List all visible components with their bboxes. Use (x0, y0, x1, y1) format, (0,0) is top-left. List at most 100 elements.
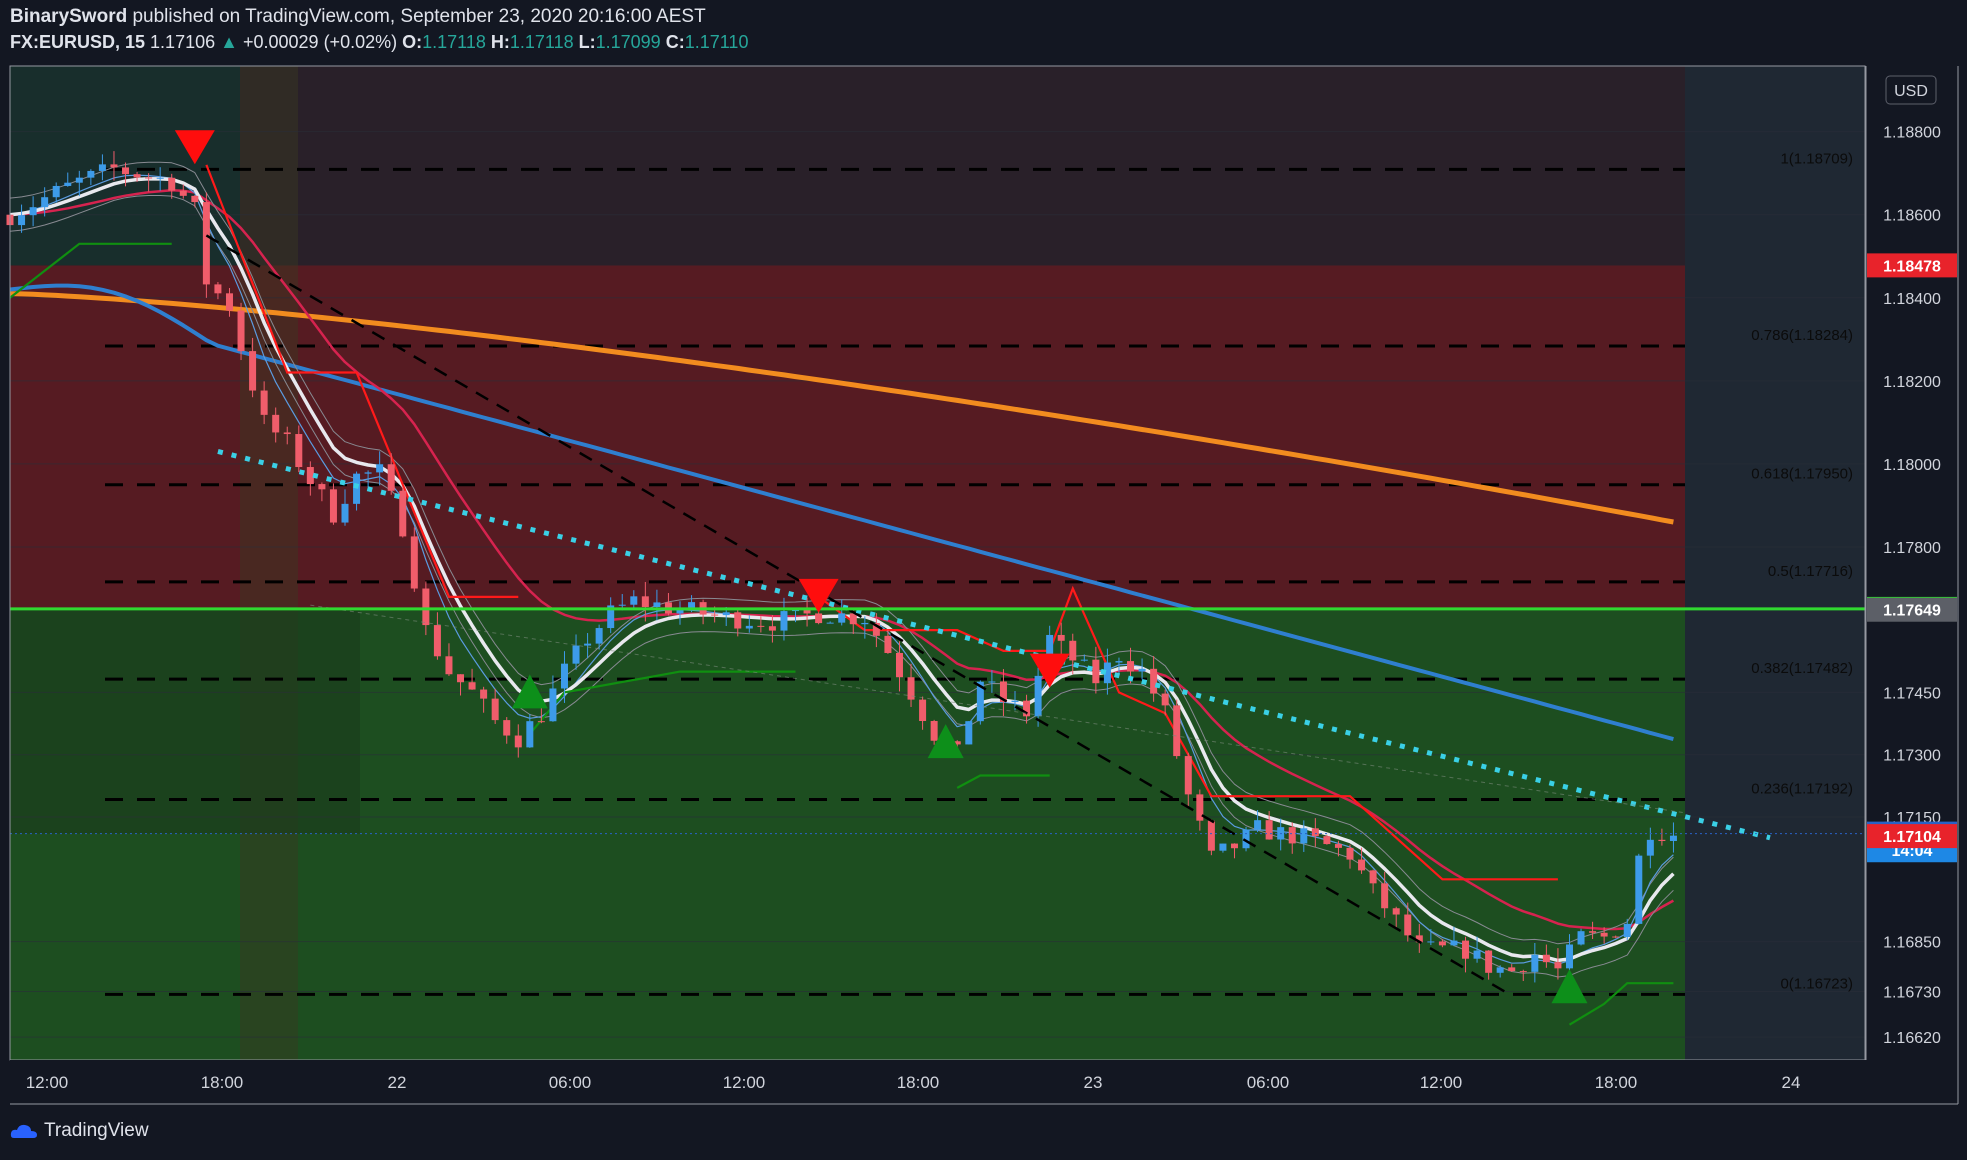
candle-body[interactable] (75, 177, 83, 183)
candle-body[interactable] (1069, 640, 1077, 661)
candle-body[interactable] (1138, 668, 1146, 672)
candle-body[interactable] (1011, 700, 1019, 703)
candle-body[interactable] (1450, 940, 1458, 946)
candle-body[interactable] (722, 612, 730, 616)
candle-body[interactable] (376, 464, 384, 473)
candle-body[interactable] (930, 721, 938, 741)
candle-body[interactable] (757, 625, 765, 627)
candle-body[interactable] (295, 434, 303, 468)
candle-body[interactable] (1381, 883, 1389, 909)
candle-body[interactable] (1669, 835, 1677, 842)
candle-body[interactable] (884, 635, 892, 653)
candle-body[interactable] (168, 177, 176, 191)
candle-body[interactable] (919, 699, 927, 722)
candle-body[interactable] (1427, 941, 1435, 943)
candle-body[interactable] (1034, 675, 1042, 717)
candle-body[interactable] (826, 622, 834, 624)
candle-body[interactable] (329, 489, 337, 523)
candle-body[interactable] (1127, 661, 1135, 672)
candle-body[interactable] (1623, 923, 1631, 938)
candle-body[interactable] (1646, 839, 1654, 856)
candle-body[interactable] (1334, 844, 1342, 848)
candle-body[interactable] (965, 721, 973, 745)
author-name[interactable]: BinarySword (10, 6, 127, 27)
candle-body[interactable] (1392, 908, 1400, 915)
candle-body[interactable] (1658, 839, 1666, 842)
tradingview-logo[interactable]: TradingView (10, 1120, 149, 1142)
candle-body[interactable] (445, 656, 453, 675)
candle-body[interactable] (1531, 954, 1539, 972)
candle-body[interactable] (133, 174, 141, 178)
candle-body[interactable] (480, 689, 488, 699)
candle-body[interactable] (87, 170, 95, 178)
candle-body[interactable] (410, 536, 418, 589)
candle-body[interactable] (1589, 931, 1597, 933)
candle-body[interactable] (618, 604, 626, 606)
candle-body[interactable] (988, 681, 996, 683)
candle-body[interactable] (630, 596, 638, 605)
candle-body[interactable] (306, 467, 314, 485)
candle-body[interactable] (1577, 931, 1585, 945)
candle-body[interactable] (768, 626, 776, 631)
candle-body[interactable] (179, 190, 187, 196)
candle-body[interactable] (1496, 967, 1504, 973)
candle-body[interactable] (815, 613, 823, 624)
symbol-label[interactable]: FX:EURUSD, 15 (10, 32, 145, 52)
candle-body[interactable] (341, 503, 349, 523)
candle-body[interactable] (1207, 820, 1215, 851)
candle-body[interactable] (734, 612, 742, 629)
candle-body[interactable] (1473, 950, 1481, 959)
candle-body[interactable] (1115, 661, 1123, 663)
candle-body[interactable] (711, 614, 719, 616)
candle-body[interactable] (537, 721, 545, 723)
candle-body[interactable] (1404, 914, 1412, 936)
candle-body[interactable] (549, 688, 557, 722)
candle-body[interactable] (838, 613, 846, 623)
candle-body[interactable] (1288, 827, 1296, 844)
candle-body[interactable] (641, 596, 649, 607)
candle-body[interactable] (110, 164, 118, 168)
candle-body[interactable] (1612, 936, 1620, 938)
candle-body[interactable] (560, 663, 568, 689)
candle-body[interactable] (653, 602, 661, 607)
candle-body[interactable] (1635, 855, 1643, 924)
candle-body[interactable] (503, 720, 511, 736)
candle-body[interactable] (1254, 820, 1262, 830)
candle-body[interactable] (422, 588, 430, 626)
candle-body[interactable] (52, 185, 60, 198)
candle-body[interactable] (1080, 659, 1088, 661)
candle-body[interactable] (29, 207, 37, 216)
candle-body[interactable] (1184, 756, 1192, 795)
candle-body[interactable] (387, 464, 395, 491)
candle-body[interactable] (1173, 705, 1181, 757)
candle-body[interactable] (64, 182, 72, 186)
candle-body[interactable] (745, 625, 753, 629)
candle-body[interactable] (433, 625, 441, 657)
candle-body[interactable] (98, 164, 106, 171)
candle-body[interactable] (572, 645, 580, 664)
candle-body[interactable] (1554, 962, 1562, 969)
candle-body[interactable] (1161, 693, 1169, 706)
candle-body[interactable] (249, 351, 257, 391)
candle-body[interactable] (1265, 820, 1273, 840)
candle-body[interactable] (1346, 847, 1354, 860)
candle-body[interactable] (156, 177, 164, 179)
candle-body[interactable] (1300, 828, 1308, 844)
candle-body[interactable] (145, 177, 153, 179)
candle-body[interactable] (18, 215, 26, 226)
candle-body[interactable] (526, 721, 534, 748)
candle-body[interactable] (1092, 659, 1100, 684)
candle-body[interactable] (272, 414, 280, 433)
candle-body[interactable] (225, 293, 233, 311)
candle-body[interactable] (122, 167, 130, 175)
candle-body[interactable] (1150, 668, 1158, 694)
candle-body[interactable] (1242, 829, 1250, 849)
chart-canvas[interactable]: 1(1.18709) 0.786(1.18284) 0.618(1.17950) 0.… (0, 0, 1967, 1160)
candle-body[interactable] (861, 622, 869, 625)
candle-body[interactable] (595, 628, 603, 644)
candle-body[interactable] (283, 432, 291, 435)
candle-body[interactable] (191, 195, 199, 203)
candle-body[interactable] (237, 310, 245, 352)
candle-body[interactable] (491, 698, 499, 721)
candle-body[interactable] (1438, 941, 1446, 946)
